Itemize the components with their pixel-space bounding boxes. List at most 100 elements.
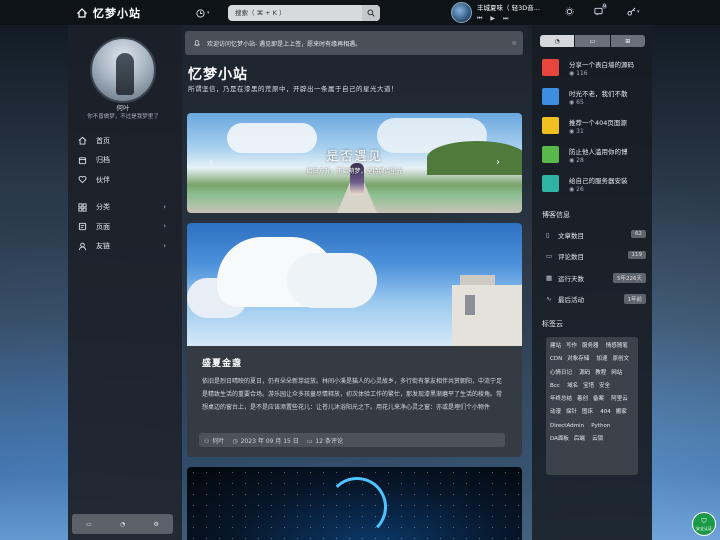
tag[interactable]: 原创文: [612, 353, 629, 366]
post-cover[interactable]: [187, 223, 522, 346]
tag[interactable]: 心情日记: [550, 367, 572, 380]
comment-icon: ▭: [589, 37, 596, 45]
hot-post-title[interactable]: 防止他人滥用你的博: [569, 146, 647, 156]
post-author[interactable]: 何叶: [212, 438, 224, 445]
tag[interactable]: 教程: [595, 367, 606, 380]
post-comments[interactable]: 12 条评论: [315, 438, 343, 445]
security-badge[interactable]: ⛉ 安全认证: [692, 512, 716, 536]
list-item[interactable]: 分享一个表白墙的源码 ◉ 116: [542, 57, 647, 86]
tag[interactable]: 图床: [582, 406, 593, 419]
tag[interactable]: 动漫: [550, 406, 561, 419]
message-button[interactable]: 0: [594, 4, 607, 16]
post-thumbnail[interactable]: [542, 59, 559, 76]
key-icon: [627, 7, 636, 16]
theme-toggle[interactable]: [565, 7, 574, 16]
stat-row: ▭ 评论数目 119: [546, 249, 646, 263]
gift-icon: ⊞: [625, 37, 631, 45]
tag[interactable]: 源码: [579, 367, 590, 380]
chevron-left-icon[interactable]: ‹: [209, 157, 213, 168]
banner-slider[interactable]: 是否遇见 如日方升，不如萌梦，坚持那点星光 ‹ ›: [187, 113, 522, 213]
sidebar-item-home[interactable]: 首页: [68, 131, 182, 151]
post-thumbnail[interactable]: [542, 175, 559, 192]
song-title: 丰城夏味（ 轻3D音...: [477, 4, 540, 12]
clock-icon[interactable]: ▾: [196, 7, 212, 19]
blog-info-title: 博客信息: [542, 211, 570, 219]
post-thumbnail[interactable]: [542, 117, 559, 134]
view-count: ◉ 26: [569, 186, 584, 193]
stat-row: ∿ 最后活动 1年前: [546, 292, 646, 306]
tag[interactable]: 宝塔: [583, 380, 594, 393]
tag[interactable]: DirectAdmin: [550, 420, 584, 433]
chat-icon[interactable]: ▭: [86, 521, 92, 528]
tag[interactable]: 探针: [566, 406, 577, 419]
tab-comments[interactable]: ▭: [575, 35, 610, 47]
play-icon[interactable]: ▶: [490, 15, 495, 23]
tag[interactable]: 着创: [577, 393, 588, 406]
list-item[interactable]: 时光不老，我们不散 ◉ 65: [542, 86, 647, 115]
tag[interactable]: 安全: [599, 380, 610, 393]
hot-post-title[interactable]: 推荐一个404页面源: [569, 117, 647, 127]
tab-gifts[interactable]: ⊞: [610, 35, 645, 47]
tag[interactable]: 建站: [550, 340, 561, 353]
tab-hot[interactable]: ◔: [540, 35, 575, 47]
tag[interactable]: 后端: [574, 433, 585, 446]
settings-icon[interactable]: ⚙: [153, 521, 158, 528]
post-thumbnail[interactable]: [542, 88, 559, 105]
stat-value: 1年前: [623, 294, 646, 304]
tag[interactable]: 年终总结: [550, 393, 572, 406]
sidebar-item-partners[interactable]: 伙伴: [68, 170, 182, 190]
tag[interactable]: 搬家: [616, 406, 627, 419]
search-icon: [367, 9, 375, 17]
site-name: 忆梦小站: [93, 7, 141, 20]
post-card[interactable]: [187, 467, 522, 540]
hot-post-title[interactable]: 时光不老，我们不散: [569, 88, 647, 98]
avatar[interactable]: [90, 37, 156, 103]
post-title[interactable]: 盛夏金盏: [202, 356, 242, 369]
tag[interactable]: 写作: [566, 340, 577, 353]
search-button[interactable]: [362, 5, 380, 21]
post-card[interactable]: 盛夏金盏 依旧是烈日晴映的夏日，仍有朵朵新芽绽放。林间小溪是猫人的心灵故乡，多行…: [187, 223, 522, 457]
album-cover[interactable]: [451, 2, 472, 23]
next-track-icon[interactable]: ⏭: [503, 15, 508, 23]
tag[interactable]: 备案: [593, 393, 604, 406]
tag[interactable]: Python: [591, 420, 610, 433]
post-excerpt: 依旧是烈日晴映的夏日，仍有朵朵新芽绽放。林间小溪是猫人的心灵故乡，多行街有掌友相…: [202, 378, 503, 411]
tag[interactable]: 加速: [596, 353, 607, 366]
sidebar-item-links[interactable]: 友链 ›: [68, 237, 182, 257]
tag[interactable]: 云锁: [592, 433, 603, 446]
tag[interactable]: DA面板: [550, 433, 569, 446]
tag[interactable]: CDN: [550, 353, 562, 366]
tag[interactable]: 情感随笔: [606, 340, 628, 353]
post-thumbnail[interactable]: [542, 146, 559, 163]
tag[interactable]: 域名: [567, 380, 578, 393]
tag[interactable]: 404: [600, 406, 611, 419]
search-input[interactable]: [228, 5, 358, 21]
view-count: ◉ 65: [569, 99, 584, 106]
rss-icon[interactable]: ◔: [120, 521, 125, 528]
top-bar: 忆梦小站 ▾ 丰城夏味（ 轻3D音... ⏮ ▶ ⏭ 0 ▾: [0, 0, 720, 25]
tag[interactable]: Bcc: [550, 380, 560, 393]
tag[interactable]: 阿里云: [611, 393, 628, 406]
stat-value: 62: [631, 230, 646, 238]
tag[interactable]: 服务器: [582, 340, 599, 353]
sidebar-item-archive[interactable]: 归档: [68, 151, 182, 171]
prev-track-icon[interactable]: ⏮: [477, 15, 482, 23]
banner-subtitle: 如日方升，不如萌梦，坚持那点星光: [306, 168, 403, 175]
brand[interactable]: 忆梦小站: [77, 5, 141, 21]
archive-icon: [78, 157, 87, 164]
tag[interactable]: 对象存储: [567, 353, 589, 366]
list-item[interactable]: 防止他人滥用你的博 ◉ 28: [542, 144, 647, 173]
chevron-right-icon[interactable]: ›: [496, 157, 500, 168]
sidebar-item-category[interactable]: 分类 ›: [68, 198, 182, 218]
list-item[interactable]: 给自己的服务器安装 ◉ 26: [542, 173, 647, 202]
music-player[interactable]: 丰城夏味（ 轻3D音... ⏮ ▶ ⏭: [451, 2, 561, 23]
hot-icon: ◔: [554, 37, 560, 45]
list-item[interactable]: 推荐一个404页面源 ◉ 31: [542, 115, 647, 144]
pulse-icon: ∿: [546, 295, 552, 303]
hot-post-title[interactable]: 分享一个表白墙的源码: [569, 59, 647, 69]
tag[interactable]: 网站: [611, 367, 622, 380]
hot-post-title[interactable]: 给自己的服务器安装: [569, 175, 647, 185]
login-button[interactable]: ▾: [627, 7, 640, 16]
close-icon[interactable]: ⊗: [512, 39, 517, 47]
sidebar-item-pages[interactable]: 页面 ›: [68, 217, 182, 237]
